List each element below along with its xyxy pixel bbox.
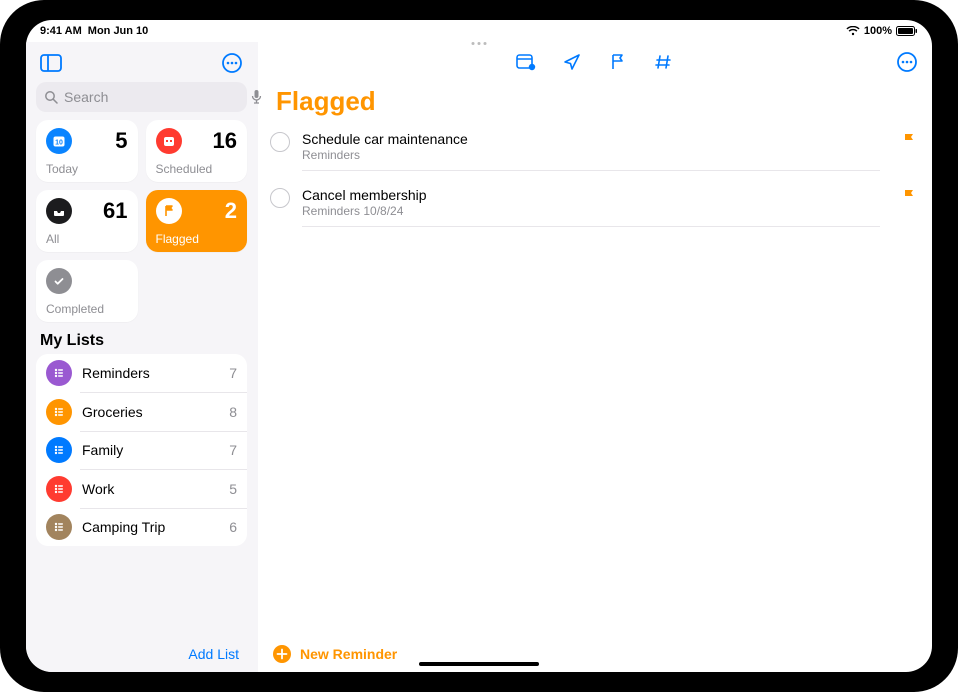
list-item-name: Groceries	[82, 404, 219, 420]
sidebar: 10 5 Today 16 Scheduled	[26, 42, 258, 672]
list-item[interactable]: Family 7	[36, 431, 247, 469]
smartlist-scheduled-label: Scheduled	[156, 162, 238, 176]
search-input[interactable]	[64, 89, 245, 105]
toolbar-flag-button[interactable]	[607, 51, 629, 73]
list-item-count: 7	[229, 442, 237, 458]
smartlist-all-label: All	[46, 232, 128, 246]
list-item-name: Camping Trip	[82, 519, 219, 535]
smartlist-today-label: Today	[46, 162, 128, 176]
status-date: Mon Jun 10	[88, 25, 149, 37]
reminder-subtitle: Reminders 10/8/24	[302, 204, 880, 218]
flag-fill-icon	[902, 133, 916, 149]
flag-outline-icon	[610, 53, 626, 71]
smartlist-flagged[interactable]: 2 Flagged	[146, 190, 248, 252]
toggle-sidebar-button[interactable]	[38, 50, 64, 76]
page-title: Flagged	[258, 82, 932, 123]
smartlist-flagged-count: 2	[225, 198, 237, 224]
reminder-subtitle: Reminders	[302, 148, 880, 162]
reminder-title: Schedule car maintenance	[302, 131, 880, 147]
home-indicator[interactable]	[419, 662, 539, 666]
smartlist-scheduled-count: 16	[213, 128, 237, 154]
ellipsis-circle-icon	[221, 52, 243, 74]
list-item-count: 6	[229, 519, 237, 535]
list-bullet-icon	[46, 437, 72, 463]
list-item-count: 7	[229, 365, 237, 381]
calendar-badge-icon	[516, 53, 536, 71]
new-reminder-label: New Reminder	[300, 646, 397, 662]
sidebar-icon	[40, 54, 62, 72]
complete-toggle[interactable]	[270, 188, 290, 208]
search-icon	[44, 90, 58, 104]
list-bullet-icon	[46, 399, 72, 425]
list-item-count: 5	[229, 481, 237, 497]
add-list-button[interactable]: Add List	[188, 646, 239, 662]
toolbar-location-button[interactable]	[561, 51, 583, 73]
list-item-name: Family	[82, 442, 219, 458]
list-item[interactable]: Camping Trip 6	[36, 508, 247, 546]
flag-icon	[156, 198, 182, 224]
smartlist-completed[interactable]: Completed	[36, 260, 138, 322]
my-lists-heading: My Lists	[34, 322, 249, 354]
reminder-row[interactable]: Cancel membershipReminders 10/8/24	[258, 179, 932, 235]
main-more-button[interactable]	[894, 49, 920, 75]
list-item[interactable]: Reminders 7	[36, 354, 247, 392]
smartlist-today-count: 5	[115, 128, 127, 154]
list-item-count: 8	[229, 404, 237, 420]
status-bar: 9:41 AM Mon Jun 10 100%	[26, 20, 932, 42]
list-item[interactable]: Work 5	[36, 470, 247, 508]
new-reminder-button[interactable]: New Reminder	[258, 634, 932, 672]
list-bullet-icon	[46, 514, 72, 540]
search-field[interactable]	[36, 82, 247, 112]
calendar-icon	[156, 128, 182, 154]
reminder-title: Cancel membership	[302, 187, 880, 203]
smartlist-scheduled[interactable]: 16 Scheduled	[146, 120, 248, 182]
svg-text:10: 10	[55, 140, 63, 147]
ellipsis-circle-icon	[896, 51, 918, 73]
complete-toggle[interactable]	[270, 132, 290, 152]
tray-icon	[46, 198, 72, 224]
status-time: 9:41 AM	[40, 25, 82, 37]
smartlist-flagged-label: Flagged	[156, 232, 238, 246]
list-item[interactable]: Groceries 8	[36, 393, 247, 431]
battery-percent: 100%	[864, 25, 892, 37]
wifi-icon	[846, 26, 860, 36]
smartlist-completed-label: Completed	[46, 302, 128, 316]
smartlist-today[interactable]: 10 5 Today	[36, 120, 138, 182]
main-toolbar	[258, 42, 932, 82]
toolbar-tag-button[interactable]	[653, 51, 675, 73]
battery-icon	[896, 26, 918, 36]
smartlist-all[interactable]: 61 All	[36, 190, 138, 252]
location-icon	[563, 53, 581, 71]
reminders-list: Schedule car maintenanceRemindersCancel …	[258, 123, 932, 634]
plus-circle-icon	[272, 644, 292, 664]
checkmark-icon	[46, 268, 72, 294]
list-bullet-icon	[46, 360, 72, 386]
list-item-name: Reminders	[82, 365, 219, 381]
smartlist-all-count: 61	[103, 198, 127, 224]
main-pane: Flagged Schedule car maintenanceReminder…	[258, 42, 932, 672]
list-bullet-icon	[46, 476, 72, 502]
sidebar-more-button[interactable]	[219, 50, 245, 76]
number-sign-icon	[655, 53, 673, 71]
toolbar-calendar-button[interactable]	[515, 51, 537, 73]
flag-fill-icon	[902, 189, 916, 205]
my-lists: Reminders 7 Groceries 8 Family 7 Work 5 Camping …	[36, 354, 247, 546]
reminder-row[interactable]: Schedule car maintenanceReminders	[258, 123, 932, 179]
list-item-name: Work	[82, 481, 219, 497]
calendar-today-icon: 10	[46, 128, 72, 154]
